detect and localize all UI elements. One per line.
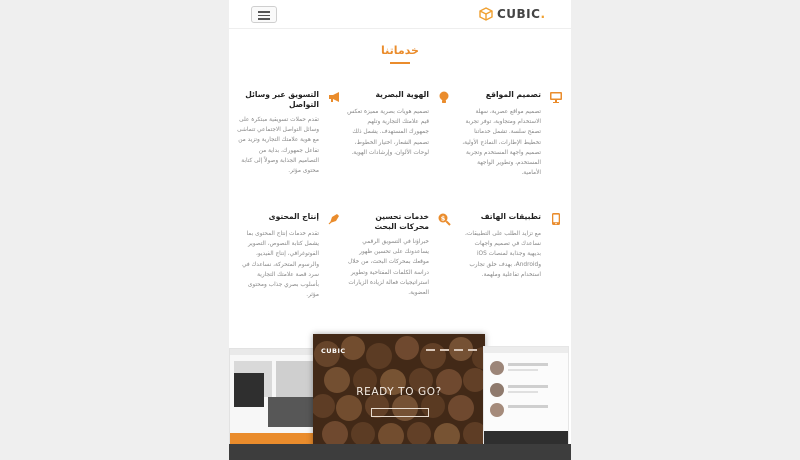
service-title: خدمات تحسين محركات البحث (374, 212, 429, 231)
site-logo[interactable]: CUBIC. (479, 6, 545, 22)
mockup-logo: CUBIC (321, 347, 346, 355)
mockup-nav-item (426, 349, 435, 351)
service-description: تصميم هويات بصرية مميزة تعكس قيم علامتك … (347, 109, 429, 156)
mockup-nav-item (440, 349, 449, 351)
lightbulb-icon (439, 91, 449, 103)
cube-icon (479, 7, 493, 21)
bottom-shadow-strip (229, 444, 571, 460)
service-description: تقدم حملات تسويقية مبتكرة على وسائل التو… (237, 117, 319, 175)
menu-bar (258, 14, 270, 16)
avatar (490, 383, 504, 397)
svg-text:$: $ (441, 214, 446, 222)
menu-bar (258, 11, 270, 13)
service-description: مع تزايد الطلب على التطبيقات، نساعدك في … (465, 231, 541, 278)
logo-text: CUBIC (496, 7, 541, 21)
hero-button-outline (371, 408, 429, 417)
mockup-text-line (508, 369, 538, 371)
mockup-toolbar (484, 347, 568, 353)
mockup-text-line (508, 405, 548, 408)
page: CUBIC. خدماتنا تصميم المواقع تصميم مواقع… (229, 0, 571, 460)
service-content-production: إنتاج المحتوى تقدم خدمات إنتاج المحتوى ب… (237, 212, 339, 300)
service-description: تقدم خدمات إنتاج المحتوى بما يشمل كتابة … (242, 231, 319, 299)
service-title: التسويق عبر وسائل التواصل (245, 90, 319, 109)
mockup-text-line (508, 385, 548, 388)
service-description: تصميم مواقع عصرية، سهلة الاستخدام ومتجاو… (462, 109, 541, 177)
service-visual-identity: الهوية البصرية تصميم هويات بصرية مميزة ت… (347, 90, 449, 158)
mockup-text-line (508, 391, 538, 393)
showcase-mockups: CUBIC READY TO GO? (229, 334, 571, 460)
monitor-icon (550, 92, 562, 103)
mockup-text-line (508, 363, 548, 366)
mockup-center-hero: CUBIC READY TO GO? (313, 334, 485, 460)
menu-toggle-button[interactable] (251, 6, 277, 23)
mobile-icon (552, 213, 560, 225)
mockup-left (229, 348, 321, 450)
service-title: إنتاج المحتوى (268, 212, 319, 221)
service-title: تطبيقات الهاتف (480, 212, 541, 221)
avatar (490, 361, 504, 375)
service-web-design: تصميم المواقع تصميم مواقع عصرية، سهلة ال… (459, 90, 562, 178)
menu-bar (258, 18, 270, 20)
service-seo: $ خدمات تحسين محركات البحث خبراؤنا في ال… (347, 212, 451, 298)
service-mobile-apps: تطبيقات الهاتف مع تزايد الطلب على التطبي… (459, 212, 560, 280)
service-social-marketing: التسويق عبر وسائل التواصل تقدم حملات تسو… (237, 90, 339, 176)
mockup-toolbar (230, 349, 320, 355)
logo-dot: . (540, 7, 545, 21)
service-title: الهوية البصرية (375, 90, 429, 99)
service-description: خبراؤنا في التسويق الرقمي يساعدونك على ت… (347, 239, 429, 297)
title-underline (390, 62, 410, 64)
mockup-photo (268, 397, 316, 427)
service-title: تصميم المواقع (485, 90, 541, 99)
mockup-right (483, 346, 569, 448)
hero-headline: READY TO GO? (356, 386, 442, 398)
mockup-nav-item (468, 349, 477, 351)
avatar (490, 403, 504, 417)
top-navbar: CUBIC. (229, 0, 571, 29)
mockup-photo (234, 373, 264, 407)
mockup-nav-item (454, 349, 463, 351)
mockup-image (276, 361, 316, 397)
section-title: خدماتنا (381, 44, 419, 57)
mockup-nav (426, 349, 477, 351)
pen-icon (328, 214, 339, 225)
megaphone-icon (329, 92, 339, 102)
search-dollar-icon: $ (438, 213, 451, 226)
